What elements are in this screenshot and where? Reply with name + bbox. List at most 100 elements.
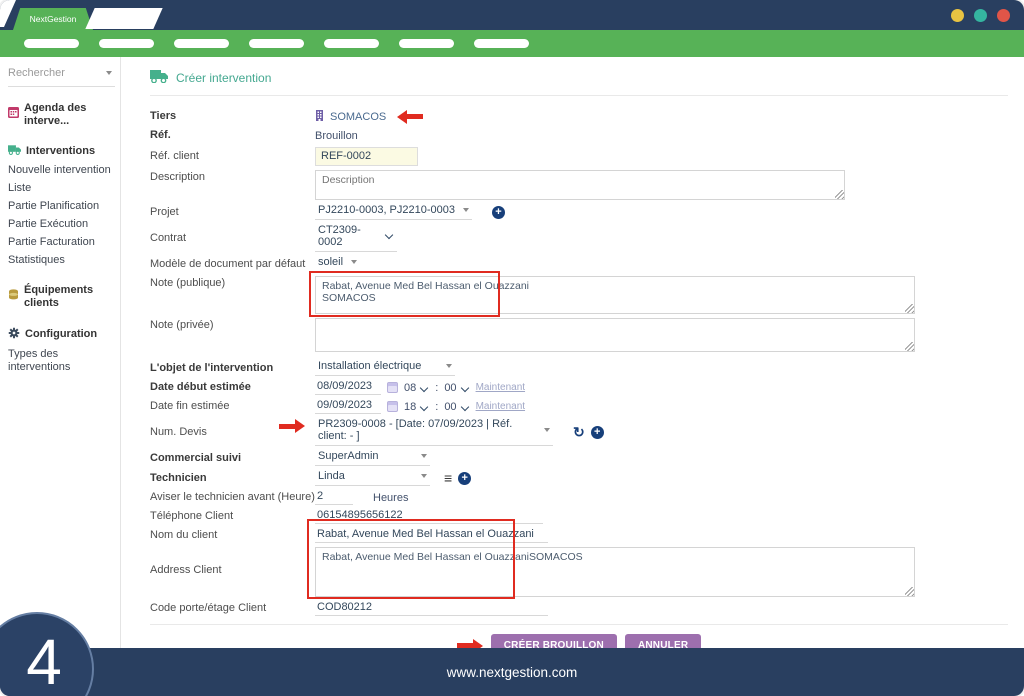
nav-item-redacted[interactable] xyxy=(174,39,229,48)
nav-item-redacted[interactable] xyxy=(24,39,79,48)
sidebar-item-partie-execution[interactable]: Partie Exécution xyxy=(8,215,115,233)
note-privee-textarea[interactable] xyxy=(315,318,915,352)
note-publique-textarea[interactable]: Rabat, Avenue Med Bel Hassan el Ouazzani… xyxy=(315,276,915,314)
sidebar-item-statistiques[interactable]: Statistiques xyxy=(8,251,115,269)
nav-item-redacted[interactable] xyxy=(474,39,529,48)
sidebar-item-agenda[interactable]: Agenda des interve... xyxy=(8,99,115,130)
chevron-down-icon xyxy=(420,383,428,391)
projet-select[interactable]: PJ2210-0003, PJ2210-0003 xyxy=(315,204,472,220)
description-textarea[interactable] xyxy=(315,170,845,200)
chevron-down-icon xyxy=(421,454,427,458)
field-label: Date fin estimée xyxy=(150,399,315,414)
modele-select[interactable]: soleil xyxy=(315,256,357,272)
field-label: Projet xyxy=(150,205,315,220)
minute-value: 00 xyxy=(444,401,456,413)
field-label: Commercial suivi xyxy=(150,451,315,466)
sidebar-item-nouvelle-intervention[interactable]: Nouvelle intervention xyxy=(8,161,115,179)
add-projet-button plus-icon[interactable]: + xyxy=(492,206,505,219)
modele-value: soleil xyxy=(318,256,343,268)
form-row-date-fin: Date fin estimée 18 : 00 Maintenant xyxy=(150,399,1008,414)
corner-decoration xyxy=(0,0,16,27)
sidebar-item-label: Statistiques xyxy=(8,254,65,266)
calendar-mini-icon[interactable] xyxy=(387,382,398,393)
sidebar-item-label: Configuration xyxy=(25,328,97,341)
nom-client-input[interactable] xyxy=(315,528,548,543)
time-separator: : xyxy=(435,382,438,394)
page-title: Créer intervention xyxy=(176,71,271,85)
hour-select[interactable]: 18 xyxy=(404,401,429,413)
minute-select[interactable]: 00 xyxy=(444,382,469,394)
form-actions: CRÉER BROUILLON ANNULER xyxy=(150,624,1008,648)
brand-tab[interactable]: NextGestion xyxy=(13,8,93,30)
list-menu-icon[interactable]: ≡ xyxy=(444,473,452,483)
add-devis-button plus-icon[interactable]: + xyxy=(591,426,604,439)
tiers-link[interactable]: SOMACOS xyxy=(330,111,386,123)
address-client-textarea[interactable]: Rabat, Avenue Med Bel Hassan el Ouazzani… xyxy=(315,547,915,597)
sidebar-item-partie-planification[interactable]: Partie Planification xyxy=(8,197,115,215)
add-technicien-button plus-icon[interactable]: + xyxy=(458,472,471,485)
time-separator: : xyxy=(435,401,438,413)
sidebar-item-types-interventions[interactable]: Types des interventions xyxy=(8,345,115,376)
equipment-icon xyxy=(8,289,19,304)
calendar-mini-icon[interactable] xyxy=(387,401,398,412)
form-row-code-porte: Code porte/étage Client xyxy=(150,601,1008,616)
commercial-select[interactable]: SuperAdmin xyxy=(315,450,430,466)
field-label: Nom du client xyxy=(150,528,315,543)
field-label: Téléphone Client xyxy=(150,509,315,524)
field-label: Technicien xyxy=(150,471,315,486)
sidebar-item-liste[interactable]: Liste xyxy=(8,179,115,197)
window-dot-teal[interactable] xyxy=(974,9,987,22)
redacted-tab[interactable] xyxy=(85,8,162,29)
form-row-aviser: Aviser le technicien avant (Heure) Heure… xyxy=(150,490,1008,505)
minute-select[interactable]: 00 xyxy=(444,401,469,413)
sidebar-item-interventions[interactable]: Interventions xyxy=(8,142,115,161)
maintenant-link[interactable]: Maintenant xyxy=(476,382,525,393)
chevron-down-icon xyxy=(463,208,469,212)
nav-item-redacted[interactable] xyxy=(249,39,304,48)
footer-url: www.nextgestion.com xyxy=(447,665,578,680)
ref-client-input[interactable] xyxy=(315,147,418,166)
objet-select[interactable]: Installation électrique xyxy=(315,360,455,376)
telephone-input[interactable] xyxy=(315,509,543,524)
sidebar-item-equipements-clients[interactable]: Équipements clients xyxy=(8,281,115,312)
main-content: Créer intervention Tiers SOMACOS Réf. Br… xyxy=(121,57,1024,648)
form-row-projet: Projet PJ2210-0003, PJ2210-0003 + xyxy=(150,204,1008,220)
maintenant-link[interactable]: Maintenant xyxy=(476,401,525,412)
field-label: Description xyxy=(150,170,315,185)
num-devis-select[interactable]: PR2309-0008 - [Date: 07/09/2023 | Réf. c… xyxy=(315,418,553,446)
technicien-select[interactable]: Linda xyxy=(315,470,430,486)
aviser-input[interactable] xyxy=(315,490,353,505)
field-label: Note (privée) xyxy=(150,318,315,333)
form-row-telephone: Téléphone Client xyxy=(150,509,1008,524)
chevron-down-icon xyxy=(106,71,112,75)
nav-item-redacted[interactable] xyxy=(99,39,154,48)
cancel-button[interactable]: ANNULER xyxy=(625,634,701,648)
date-fin-input[interactable] xyxy=(315,399,381,414)
search-select[interactable]: Rechercher xyxy=(8,65,115,87)
building-icon xyxy=(315,110,324,124)
create-draft-button[interactable]: CRÉER BROUILLON xyxy=(491,634,617,648)
code-porte-input[interactable] xyxy=(315,601,548,616)
sidebar-item-label: Partie Exécution xyxy=(8,218,88,230)
date-debut-input[interactable] xyxy=(315,380,381,395)
hour-select[interactable]: 08 xyxy=(404,382,429,394)
projet-value: PJ2210-0003, PJ2210-0003 xyxy=(318,204,455,216)
sidebar-item-label: Agenda des interve... xyxy=(24,102,115,128)
form-row-modele: Modèle de document par défaut soleil xyxy=(150,256,1008,272)
sidebar-item-partie-facturation[interactable]: Partie Facturation xyxy=(8,233,115,251)
brand-label: NextGestion xyxy=(30,14,77,24)
form-row-objet: L'objet de l'intervention Installation é… xyxy=(150,360,1008,376)
contrat-select[interactable]: CT2309-0002 xyxy=(315,224,397,252)
nav-item-redacted[interactable] xyxy=(324,39,379,48)
chevron-down-icon xyxy=(385,230,393,238)
form-row-commercial: Commercial suivi SuperAdmin xyxy=(150,450,1008,466)
window-dot-red[interactable] xyxy=(997,9,1010,22)
page-header: Créer intervention xyxy=(150,70,1008,96)
form-row-num-devis: Num. Devis PR2309-0008 - [Date: 07/09/20… xyxy=(150,418,1008,446)
nav-item-redacted[interactable] xyxy=(399,39,454,48)
sidebar-item-configuration[interactable]: Configuration xyxy=(8,324,115,345)
field-label: Modèle de document par défaut xyxy=(150,257,315,272)
refresh-icon[interactable]: ↻ xyxy=(573,426,585,438)
window-dot-yellow[interactable] xyxy=(951,9,964,22)
field-label: Code porte/étage Client xyxy=(150,601,315,616)
